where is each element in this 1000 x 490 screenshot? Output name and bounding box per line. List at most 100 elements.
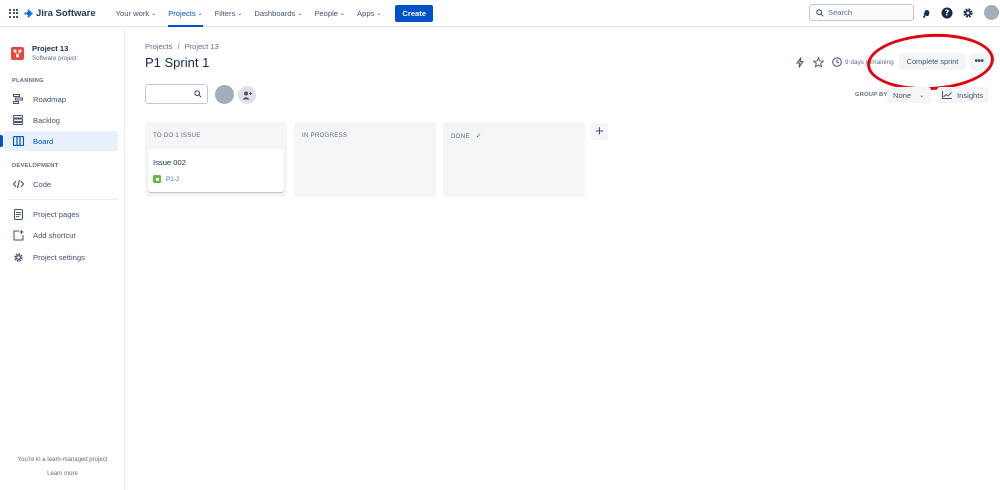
more-actions-button[interactable]: ••• [970, 53, 988, 70]
project-sidebar: Project 13 Software project PLANNING Roa… [0, 28, 125, 490]
project-icon [11, 46, 24, 60]
nav-label: Your work [115, 8, 150, 18]
search-icon [194, 90, 202, 98]
nav-people[interactable]: People ⌄ [308, 0, 351, 27]
sidebar-item-label: Project settings [33, 252, 85, 262]
help-icon[interactable]: ? [940, 6, 954, 20]
breadcrumb-separator: / [177, 42, 180, 51]
bell-icon [922, 9, 929, 18]
add-shortcut-icon [12, 229, 24, 241]
main-menu: Your work ⌄ Projects ⌄ Filters ⌄ Dashboards… [110, 0, 388, 27]
nav-projects[interactable]: Projects ⌄ [162, 0, 208, 27]
app-switcher-icon[interactable] [9, 8, 18, 18]
project-avatar-icon [13, 49, 22, 57]
user-avatar[interactable] [984, 5, 999, 20]
breadcrumb: Projects / Project 13 [145, 42, 219, 51]
pages-icon [12, 208, 24, 220]
question-icon: ? [941, 7, 953, 19]
nav-label: Filters [214, 8, 236, 18]
board-icon [12, 135, 24, 147]
nav-label: Apps [357, 8, 375, 18]
insights-chart-icon [942, 91, 952, 99]
create-button[interactable]: Create [395, 4, 434, 22]
project-header[interactable]: Project 13 Software project [11, 44, 77, 62]
sidebar-item-project-pages[interactable]: Project pages [4, 204, 118, 224]
sidebar-item-label: Project pages [33, 209, 80, 219]
sidebar-item-label: Roadmap [33, 94, 66, 104]
global-search[interactable] [809, 4, 914, 21]
chevron-down-icon: ⌄ [376, 10, 382, 17]
development-section-title: DEVELOPMENT [12, 163, 59, 169]
svg-text:?: ? [945, 9, 950, 18]
issue-title: Issue 002 [153, 158, 186, 167]
issue-key-row: P1-2 [153, 175, 180, 183]
add-person-icon [242, 91, 252, 99]
sidebar-item-roadmap[interactable]: Roadmap [4, 89, 118, 109]
chevron-down-icon: ⌄ [197, 10, 203, 17]
sidebar-item-backlog[interactable]: Backlog [4, 110, 118, 130]
sidebar-item-code[interactable]: Code [4, 174, 118, 194]
check-icon: ✓ [475, 133, 482, 140]
add-people-button[interactable] [238, 86, 256, 104]
search-icon [816, 8, 824, 17]
sidebar-item-add-shortcut[interactable]: Add shortcut [4, 225, 118, 245]
jira-logo[interactable]: Jira Software [24, 8, 96, 19]
team-managed-note: You're in a team-managed project [17, 457, 108, 463]
sidebar-item-project-settings[interactable]: Project settings [4, 247, 118, 267]
settings-icon[interactable] [961, 6, 975, 20]
complete-sprint-button[interactable]: Complete sprint [899, 53, 966, 70]
search-input[interactable] [828, 8, 908, 17]
assignee-filter-avatar[interactable] [215, 85, 234, 104]
nav-label: People [314, 8, 339, 18]
insights-button[interactable]: Insights [937, 87, 989, 103]
chevron-down-icon: ⌄ [151, 10, 157, 17]
page-title: P1 Sprint 1 [145, 55, 210, 70]
nav-label: Dashboards [254, 8, 296, 18]
group-by-value: None [893, 90, 912, 100]
jira-logo-icon [24, 8, 33, 18]
board-search[interactable] [145, 84, 208, 104]
backlog-icon [12, 114, 24, 126]
project-name: Project 13 [32, 44, 69, 53]
issue-card[interactable]: Issue 002 P1-2 [148, 149, 284, 192]
product-name: Jira Software [36, 7, 96, 19]
chevron-down-icon: ⌄ [237, 10, 243, 17]
nav-apps[interactable]: Apps ⌄ [351, 0, 387, 27]
clock-icon [831, 56, 843, 68]
nav-your-work[interactable]: Your work ⌄ [110, 0, 163, 27]
chevron-down-icon: ⌄ [297, 10, 303, 17]
chevron-down-icon: ⌄ [919, 92, 925, 99]
column-title-row: DONE ✓ [451, 132, 482, 141]
add-column-button[interactable]: + [591, 123, 608, 140]
group-by-select[interactable]: None ⌄ [887, 87, 931, 103]
breadcrumb-project[interactable]: Project 13 [185, 42, 219, 51]
issue-key: P1-2 [166, 175, 180, 183]
chevron-down-icon: ⌄ [340, 10, 346, 17]
learn-more-link[interactable]: Learn more [0, 471, 125, 477]
breadcrumb-projects[interactable]: Projects [145, 42, 172, 51]
sidebar-divider [8, 199, 118, 200]
sidebar-item-label: Backlog [33, 115, 61, 125]
nav-filters[interactable]: Filters ⌄ [209, 0, 249, 27]
insights-label: Insights [957, 90, 984, 100]
column-title: DONE [451, 132, 470, 140]
star-icon[interactable] [812, 56, 824, 68]
nav-dashboards[interactable]: Dashboards ⌄ [248, 0, 308, 27]
sidebar-item-board[interactable]: Board [0, 131, 118, 151]
board-search-input[interactable] [150, 90, 194, 98]
nav-label: Projects [168, 8, 196, 18]
story-type-icon [153, 175, 161, 183]
project-type: Software project [32, 55, 77, 62]
notifications-icon[interactable] [919, 6, 933, 20]
column-done: DONE ✓ [443, 122, 585, 197]
group-by-label: GROUP BY [855, 92, 888, 98]
planning-section-title: PLANNING [12, 78, 44, 84]
code-icon [12, 178, 24, 190]
column-title: TO DO 1 ISSUE [153, 132, 201, 139]
gear-icon [963, 8, 973, 18]
lightning-icon[interactable] [794, 56, 806, 68]
sidebar-item-label: Code [33, 179, 52, 189]
sidebar-item-label: Board [33, 136, 54, 146]
days-remaining: 9 days remaining [845, 59, 894, 66]
column-title: IN PROGRESS [302, 132, 348, 139]
